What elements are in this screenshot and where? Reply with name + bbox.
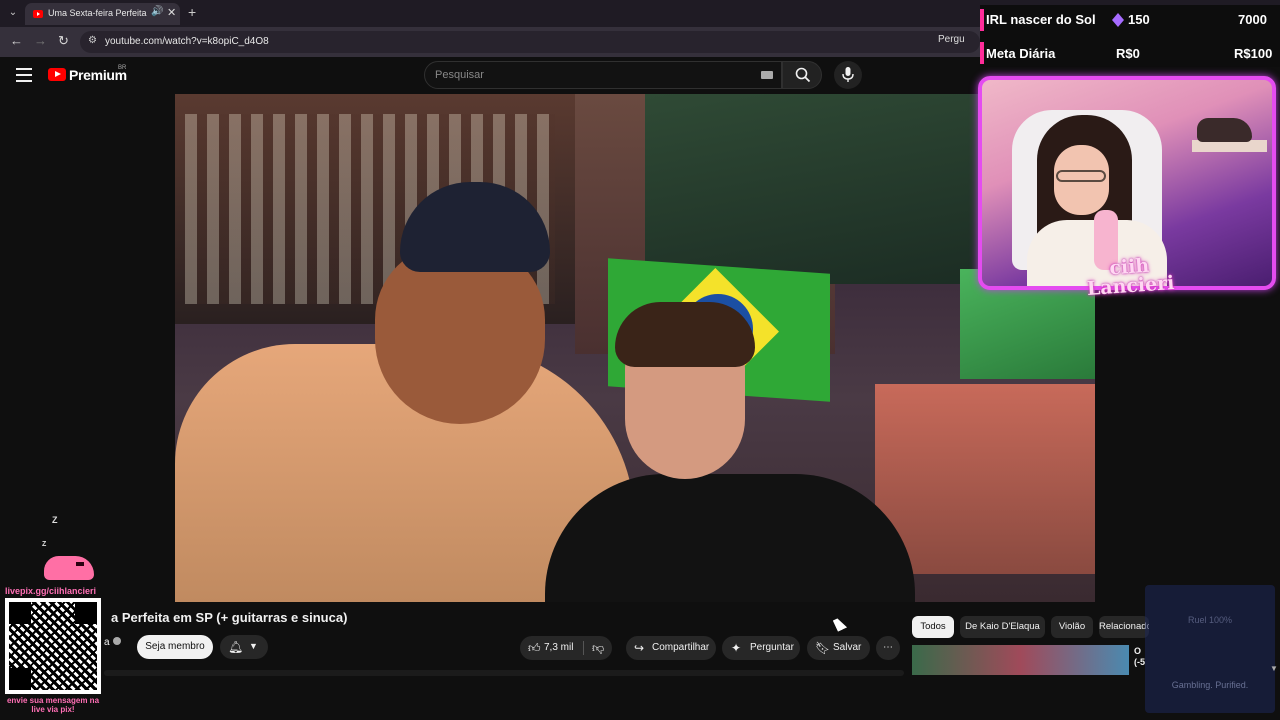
goal2-current: R$0 bbox=[1116, 46, 1140, 61]
join-button[interactable]: Seja membro bbox=[137, 635, 213, 659]
goal2-target: R$100 bbox=[1234, 46, 1273, 61]
like-dislike-group: 👍︎ 7,3 mil 👎︎ bbox=[520, 636, 612, 660]
share-button[interactable]: ↪ Compartilhar bbox=[626, 636, 716, 660]
channel-name[interactable]: a bbox=[104, 637, 110, 648]
pixel-mascot-body bbox=[44, 556, 94, 580]
streamer-logo-line: Lancieri bbox=[1086, 271, 1176, 301]
browser-tab[interactable]: Uma Sexta-feira Perfeita em SP (+ guitar… bbox=[25, 3, 180, 25]
webcam-glasses bbox=[1056, 170, 1106, 182]
webcam-cat bbox=[1197, 118, 1252, 142]
recommended-title[interactable]: O (-5 bbox=[1134, 646, 1145, 668]
recommended-thumbnail[interactable] bbox=[912, 645, 1129, 675]
pix-caption: envie sua mensagem na live via pix! bbox=[6, 696, 100, 714]
pixel-mascot bbox=[36, 548, 94, 582]
ask-chip[interactable]: Pergu bbox=[938, 34, 965, 45]
description-box[interactable] bbox=[104, 670, 904, 676]
mouse-cursor-icon bbox=[832, 616, 848, 632]
video-scene-guest-body bbox=[545, 474, 915, 602]
video-scene-window bbox=[875, 384, 1095, 574]
share-icon: ↪ bbox=[634, 641, 645, 655]
more-actions-icon[interactable]: ⋯ bbox=[876, 636, 900, 660]
menu-icon[interactable] bbox=[16, 68, 32, 82]
qr-pattern bbox=[9, 602, 97, 690]
tab-audio-icon[interactable]: 🔊 bbox=[151, 6, 163, 17]
address-bar[interactable]: ⚙ youtube.com/watch?v=k8opiC_d4O8 bbox=[80, 31, 980, 53]
sleep-z-icon: Z bbox=[42, 541, 47, 548]
video-player[interactable] bbox=[175, 94, 1095, 602]
url-text: youtube.com/watch?v=k8opiC_d4O8 bbox=[105, 36, 269, 47]
ad-top-text: Ruel 100% bbox=[1187, 615, 1233, 625]
pixel-mascot-eye bbox=[76, 562, 84, 566]
streamer-logo: ciih Lancieri bbox=[1084, 255, 1176, 301]
like-divider bbox=[583, 641, 584, 655]
screen: ⌄ Uma Sexta-feira Perfeita em SP (+ guit… bbox=[0, 0, 1280, 720]
pix-link: livepix.gg/ciihlancieri bbox=[5, 586, 97, 596]
recommended-title-line: (-5 bbox=[1134, 657, 1145, 667]
ask-label: Perguntar bbox=[750, 642, 794, 653]
verified-icon bbox=[113, 637, 121, 645]
save-button[interactable]: 🔖︎ Salvar bbox=[807, 636, 870, 660]
voice-search-button[interactable] bbox=[834, 61, 862, 89]
keyboard-icon[interactable] bbox=[761, 71, 773, 79]
like-count[interactable]: 7,3 mil bbox=[544, 636, 573, 660]
microphone-icon bbox=[842, 67, 854, 82]
bell-icon: 🔔︎ bbox=[228, 640, 244, 654]
search-input[interactable]: Pesquisar bbox=[424, 61, 782, 89]
video-scene-guest-hair bbox=[615, 302, 755, 367]
region-code: BR bbox=[118, 65, 127, 71]
youtube-favicon-icon bbox=[33, 10, 43, 18]
new-tab-icon[interactable]: + bbox=[188, 4, 196, 20]
sparkle-icon: ✦ bbox=[731, 641, 742, 655]
tab-list-chevron-icon[interactable]: ⌄ bbox=[5, 5, 21, 21]
goal1-label: IRL nascer do Sol bbox=[986, 12, 1096, 27]
ask-button[interactable]: ✦ Perguntar bbox=[722, 636, 800, 660]
chip-all[interactable]: Todos bbox=[912, 616, 954, 638]
thumbs-up-icon[interactable]: 👍︎ bbox=[528, 636, 541, 660]
back-arrow-icon[interactable]: ← bbox=[10, 33, 23, 48]
chevron-down-icon: ▼ bbox=[249, 641, 258, 651]
thumbs-down-icon[interactable]: 👎︎ bbox=[592, 636, 604, 660]
recommended-title-line: O bbox=[1134, 646, 1142, 656]
reload-icon[interactable]: ↻ bbox=[58, 33, 69, 49]
scroll-down-icon[interactable]: ▼ bbox=[1270, 664, 1278, 673]
pix-qr-code bbox=[5, 598, 101, 694]
bookmark-icon: 🔖︎ bbox=[815, 641, 831, 655]
notification-button[interactable]: 🔔︎ ▼ bbox=[220, 635, 268, 659]
sponsor-ad: Ruel 100% Gambling. Purified. bbox=[1145, 585, 1275, 713]
search-button[interactable] bbox=[782, 61, 822, 89]
forward-arrow-icon[interactable]: → bbox=[34, 33, 47, 48]
goal2-label: Meta Diária bbox=[986, 46, 1056, 61]
goal-accent-bar bbox=[980, 9, 984, 31]
tab-close-icon[interactable]: ✕ bbox=[167, 6, 176, 19]
video-title: a Perfeita em SP (+ guitarras e sinuca) bbox=[111, 610, 348, 625]
chip-violao[interactable]: Violão bbox=[1051, 616, 1093, 638]
save-label: Salvar bbox=[833, 642, 862, 653]
sleep-z-icon: Z bbox=[52, 515, 58, 525]
goal1-gems: 150 bbox=[1128, 12, 1150, 27]
tab-title: Uma Sexta-feira Perfeita em SP (+ guitar… bbox=[48, 8, 148, 18]
youtube-logo-icon[interactable] bbox=[48, 68, 66, 81]
search-placeholder: Pesquisar bbox=[435, 69, 484, 81]
goal-accent-bar bbox=[980, 42, 984, 64]
share-label: Compartilhar bbox=[652, 642, 710, 653]
chip-channel[interactable]: De Kaio D'Elaqua bbox=[960, 616, 1045, 638]
goal1-target: 7000 bbox=[1238, 12, 1267, 27]
search-icon bbox=[795, 67, 811, 83]
ad-slogan: Gambling. Purified. bbox=[1171, 680, 1249, 690]
chip-related[interactable]: Relacionados bbox=[1099, 616, 1149, 638]
site-settings-icon[interactable]: ⚙ bbox=[88, 35, 97, 46]
